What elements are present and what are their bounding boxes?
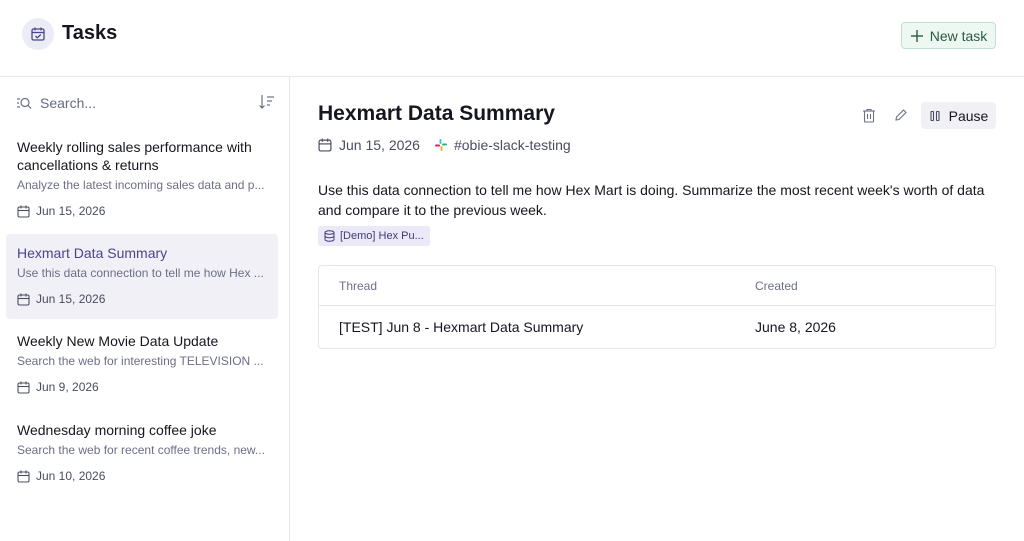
table-row[interactable]: [TEST] Jun 8 - Hexmart Data Summary June… — [319, 306, 995, 348]
threads-table: Thread Created [TEST] Jun 8 - Hexmart Da… — [318, 265, 996, 349]
task-description: Search the web for recent coffee trends,… — [17, 443, 265, 457]
pause-button[interactable]: Pause — [921, 102, 996, 129]
task-title: Hexmart Data Summary — [17, 245, 168, 261]
calendar-check-icon — [22, 18, 54, 50]
task-date: Jun 10, 2026 — [17, 469, 267, 483]
calendar-icon — [17, 470, 30, 483]
task-item[interactable]: Hexmart Data Summary Use this data conne… — [6, 234, 278, 319]
sort-icon[interactable] — [258, 93, 276, 111]
page-title: Tasks — [62, 22, 118, 44]
task-item[interactable]: Weekly New Movie Data Update Search the … — [6, 323, 278, 403]
detail-title: Hexmart Data Summary — [318, 102, 555, 125]
task-description: Analyze the latest incoming sales data a… — [17, 178, 265, 192]
task-date: Jun 9, 2026 — [17, 380, 267, 394]
task-prompt: Use this data connection to tell me how … — [318, 182, 985, 218]
task-title: Wednesday morning coffee joke — [17, 422, 217, 438]
task-description: Use this data connection to tell me how … — [17, 266, 264, 280]
task-item[interactable]: Wednesday morning coffee joke Search the… — [6, 412, 278, 492]
data-source-label: [Demo] Hex Pu... — [340, 230, 424, 242]
edit-icon[interactable] — [891, 105, 911, 125]
task-date: Jun 15, 2026 — [17, 292, 267, 306]
search-input[interactable] — [40, 95, 240, 111]
column-header-created: Created — [755, 278, 798, 293]
task-sidebar: Weekly rolling sales performance with ca… — [0, 77, 290, 541]
task-title: Weekly New Movie Data Update — [17, 333, 219, 349]
task-date: Jun 15, 2026 — [17, 204, 267, 218]
search-bar — [16, 93, 276, 113]
app-header: Tasks New task — [0, 0, 1024, 77]
trash-icon[interactable] — [859, 105, 879, 125]
task-description: Search the web for interesting TELEVISIO… — [17, 354, 264, 368]
task-detail: Hexmart Data Summary Pause Jun 15, 2026 — [291, 77, 1024, 541]
table-header: Thread Created — [319, 266, 995, 306]
pause-label: Pause — [948, 107, 989, 124]
detail-date: Jun 15, 2026 — [339, 137, 420, 153]
new-task-label: New task — [929, 27, 988, 44]
new-task-button[interactable]: New task — [901, 22, 996, 49]
column-header-thread: Thread — [339, 278, 378, 293]
search-icon — [17, 97, 32, 109]
thread-created: June 8, 2026 — [755, 319, 836, 335]
calendar-icon — [318, 138, 332, 152]
thread-name: [TEST] Jun 8 - Hexmart Data Summary — [339, 319, 584, 335]
plus-icon — [910, 29, 923, 42]
detail-meta: Jun 15, 2026 #obie-slack-testing — [318, 137, 571, 153]
pause-icon — [930, 110, 940, 121]
calendar-icon — [17, 381, 30, 394]
calendar-icon — [17, 293, 30, 306]
calendar-icon — [17, 205, 30, 218]
slack-channel[interactable]: #obie-slack-testing — [454, 137, 571, 153]
task-item[interactable]: Weekly rolling sales performance with ca… — [6, 135, 278, 227]
slack-icon — [434, 139, 447, 151]
data-source-chip[interactable]: [Demo] Hex Pu... — [318, 226, 430, 246]
database-icon — [324, 230, 335, 242]
task-title: Weekly rolling sales performance with ca… — [17, 139, 252, 173]
